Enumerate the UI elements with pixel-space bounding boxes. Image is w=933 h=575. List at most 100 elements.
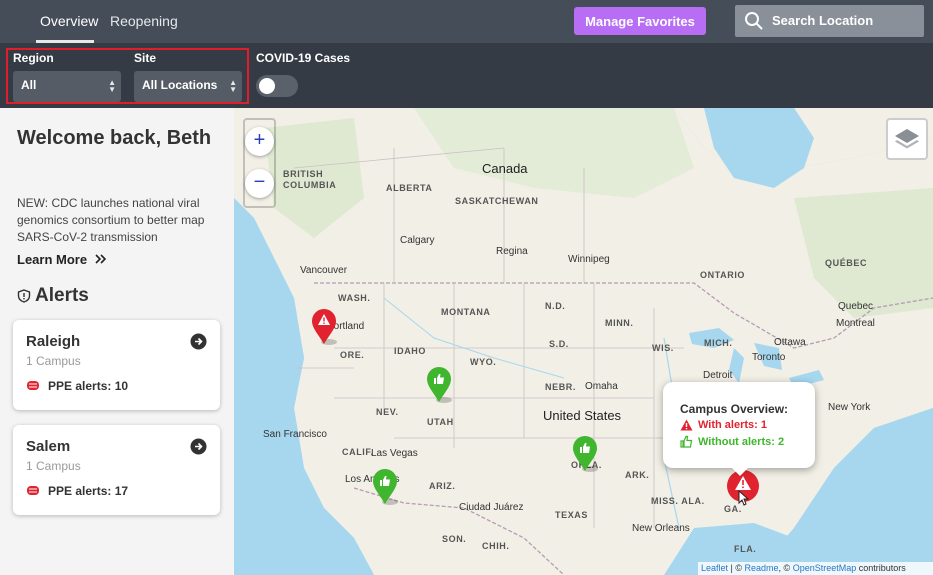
zoom-out-button[interactable]: −	[245, 169, 274, 198]
map-label-united-states: United States	[543, 408, 622, 423]
learn-more-link[interactable]: Learn More	[17, 252, 107, 267]
map-label-montreal: Montreal	[836, 318, 875, 329]
toggle-knob	[259, 78, 275, 94]
popup-without-alerts: Without alerts: 2	[698, 436, 785, 448]
map-label-nebr: NEBR.	[545, 382, 577, 392]
region-select[interactable]: All ▲ ▼	[13, 71, 121, 102]
popup-title: Campus Overview:	[680, 402, 789, 416]
osm-link[interactable]: OpenStreetMap	[793, 563, 857, 573]
ppe-mask-icon	[27, 381, 39, 390]
campus-overview-popup: Campus Overview: With alerts: 1 Without …	[663, 382, 815, 468]
alerts-heading: Alerts	[17, 285, 89, 307]
map-label-ontario: ONTARIO	[700, 270, 746, 280]
popup-with-alerts: With alerts: 1	[698, 419, 767, 431]
map-label-toronto: Toronto	[752, 352, 786, 363]
attribution-separator: | ©	[728, 563, 745, 573]
card-title: Raleigh	[26, 333, 81, 350]
map-marker-ok-los-angeles[interactable]	[371, 468, 403, 508]
arrow-right-circle-icon[interactable]	[190, 333, 207, 350]
readme-link[interactable]: Readme	[745, 563, 779, 573]
attribution-contributors: contributors	[856, 563, 906, 573]
map-label-british-columbia: BRITISH COLUMBIA	[283, 169, 337, 190]
card-subtitle: 1 Campus	[26, 354, 81, 368]
map-label-fla: FLA.	[734, 544, 757, 554]
search-icon	[745, 12, 763, 30]
ppe-mask-icon	[27, 486, 39, 495]
popup-tip	[730, 466, 750, 476]
leaflet-link[interactable]: Leaflet	[701, 563, 728, 573]
covid-cases-label: COVID-19 Cases	[256, 51, 351, 65]
search-location-input[interactable]: Search Location	[735, 5, 924, 37]
map-attribution: Leaflet | © Readme, © OpenStreetMap cont…	[698, 562, 933, 575]
region-value: All	[21, 78, 37, 92]
map-label-utah: UTAH	[427, 417, 454, 427]
map-label-nev: NEV.	[376, 407, 399, 417]
map-label-mich: MICH.	[704, 338, 733, 348]
welcome-heading: Welcome back, Beth	[17, 127, 212, 149]
map-label-idaho: IDAHO	[394, 346, 426, 356]
map-label-sd: S.D.	[549, 339, 569, 349]
map-label-new-york: New York	[828, 402, 871, 413]
map-label-minn: MINN.	[605, 318, 634, 328]
manage-favorites-button[interactable]: Manage Favorites	[574, 7, 706, 35]
learn-more-label: Learn More	[17, 252, 88, 267]
attribution-separator: , ©	[778, 563, 793, 573]
covid-cases-toggle[interactable]	[256, 75, 298, 97]
map-label-montana: MONTANA	[441, 307, 491, 317]
double-chevron-right-icon	[95, 254, 106, 264]
map-label-wyo: WYO.	[470, 357, 497, 367]
map-label-chih: CHIH.	[482, 541, 510, 551]
map-label-texas: TEXAS	[555, 510, 589, 520]
map-label-canada: Canada	[482, 161, 528, 176]
map-label-quebec-province: QUÉBEC	[825, 258, 868, 268]
map-label-vancouver: Vancouver	[300, 265, 348, 276]
card-subtitle: 1 Campus	[26, 459, 81, 473]
map-marker-alert-portland[interactable]	[310, 308, 342, 348]
map-label-ark: ARK.	[625, 470, 650, 480]
thumbs-up-icon	[680, 435, 693, 448]
site-value: All Locations	[142, 78, 218, 92]
map-label-new-orleans: New Orleans	[632, 523, 690, 534]
arrow-right-circle-icon[interactable]	[190, 438, 207, 455]
map-label-detroit: Detroit	[703, 370, 733, 381]
map-label-calgary: Calgary	[400, 235, 435, 246]
map-label-wis: WIS.	[652, 343, 674, 353]
map-label-alberta: ALBERTA	[386, 183, 433, 193]
map-label-ore: ORE.	[340, 350, 365, 360]
layers-button[interactable]	[886, 118, 928, 160]
map-label-son: SON.	[442, 534, 467, 544]
alert-card-salem[interactable]: Salem 1 Campus PPE alerts: 17	[13, 425, 220, 515]
map-label-ariz: ARIZ.	[429, 481, 456, 491]
site-select[interactable]: All Locations ▲ ▼	[134, 71, 242, 102]
map-label-nd: N.D.	[545, 301, 566, 311]
map-label-omaha: Omaha	[585, 381, 618, 392]
news-text: NEW: CDC launches national viral genomic…	[17, 196, 205, 244]
map-canvas[interactable]: Canada United States BRITISH COLUMBIA AL…	[234, 108, 933, 575]
card-ppe-alerts: PPE alerts: 17	[48, 484, 129, 498]
select-arrows-icon: ▲ ▼	[108, 78, 116, 94]
layers-icon	[895, 129, 919, 149]
map-label-ottawa: Ottawa	[774, 337, 806, 348]
alert-card-raleigh[interactable]: Raleigh 1 Campus PPE alerts: 10	[13, 320, 220, 410]
warning-icon	[680, 419, 693, 431]
map-label-saskatchewan: SASKATCHEWAN	[455, 196, 539, 206]
map-label-san-francisco: San Francisco	[263, 429, 327, 440]
map-marker-ok-utah[interactable]	[425, 366, 457, 406]
card-ppe-alerts: PPE alerts: 10	[48, 379, 129, 393]
tab-reopening[interactable]: Reopening	[110, 13, 178, 29]
map-label-regina: Regina	[496, 246, 528, 257]
map-label-quebec-city: Quebec	[838, 301, 874, 312]
map-label-calif: CALIF.	[342, 447, 374, 457]
map-label-wash: WASH.	[338, 293, 371, 303]
map-marker-ok-okla[interactable]	[571, 435, 603, 475]
map-label-winnipeg: Winnipeg	[568, 254, 610, 265]
alerts-title: Alerts	[35, 285, 89, 306]
shield-icon	[17, 289, 31, 303]
select-arrows-icon: ▲ ▼	[229, 78, 237, 94]
tab-overview[interactable]: Overview	[40, 13, 98, 29]
card-title: Salem	[26, 438, 71, 455]
map-label-las-vegas: Las Vegas	[371, 448, 418, 459]
zoom-in-button[interactable]: +	[245, 127, 274, 156]
map-label-ciudad-juarez: Ciudad Juárez	[459, 502, 524, 513]
map-label-miss-ala: MISS. ALA.	[651, 496, 705, 506]
